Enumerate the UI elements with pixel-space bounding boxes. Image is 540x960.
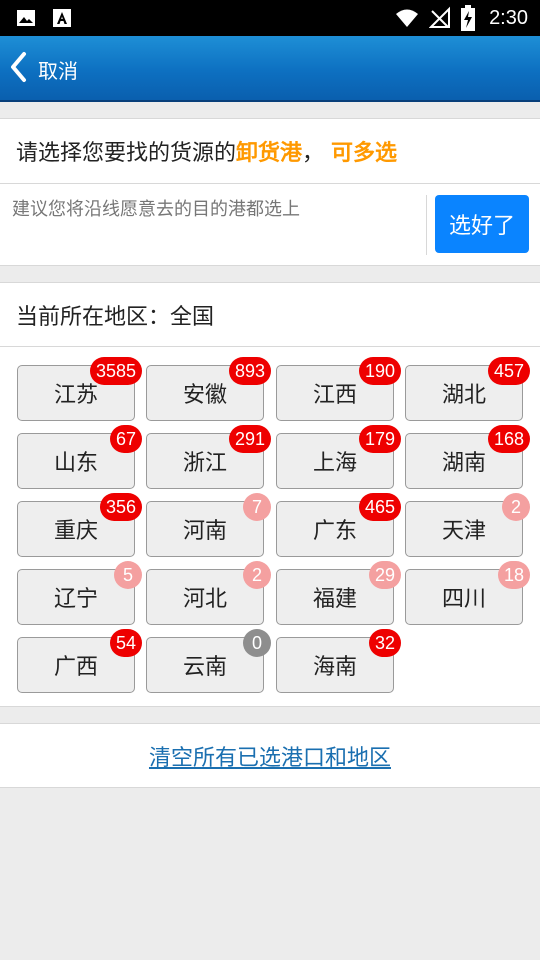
region-button[interactable]: 广西 54 xyxy=(17,629,142,693)
done-button[interactable]: 选好了 xyxy=(435,195,529,253)
region-count-badge: 168 xyxy=(487,425,530,453)
region-count-badge: 32 xyxy=(368,629,401,657)
status-bar: 2:30 xyxy=(0,0,540,36)
region-count-badge: 7 xyxy=(243,493,271,521)
region-name: 上海 xyxy=(312,451,357,476)
clock-time: 2:30 xyxy=(489,7,528,29)
region-name: 海南 xyxy=(312,655,357,680)
region-count-badge: 67 xyxy=(109,425,142,453)
region-name: 广西 xyxy=(53,655,98,680)
region-count-badge: 29 xyxy=(368,561,401,589)
clear-section: 清空所有已选港口和地区 xyxy=(0,723,540,788)
region-count-badge: 5 xyxy=(114,561,142,589)
region-button[interactable]: 安徽 893 xyxy=(146,357,271,421)
region-button[interactable]: 广东 465 xyxy=(276,493,401,557)
region-button[interactable]: 湖南 168 xyxy=(405,425,530,489)
region-button[interactable]: 重庆 356 xyxy=(17,493,142,557)
region-name: 湖北 xyxy=(441,383,486,408)
region-button[interactable]: 山东 67 xyxy=(17,425,142,489)
region-name: 安徽 xyxy=(182,383,227,408)
region-name: 江苏 xyxy=(53,383,98,408)
region-name: 重庆 xyxy=(53,519,98,544)
region-name: 湖南 xyxy=(441,451,486,476)
region-name: 广东 xyxy=(312,519,357,544)
app-bar: 取消 xyxy=(0,36,540,102)
region-count-badge: 465 xyxy=(358,493,401,521)
region-count-badge: 179 xyxy=(358,425,401,453)
region-button[interactable]: 江西 190 xyxy=(276,357,401,421)
clear-all-link[interactable]: 清空所有已选港口和地区 xyxy=(0,724,540,787)
region-button[interactable]: 四川 18 xyxy=(405,561,530,625)
region-button[interactable]: 辽宁 5 xyxy=(17,561,142,625)
region-button[interactable]: 河南 7 xyxy=(146,493,271,557)
instruction-highlight-multi: 可多选 xyxy=(331,141,398,166)
a-icon xyxy=(52,8,72,28)
region-button[interactable]: 福建 29 xyxy=(276,561,401,625)
region-count-badge: 2 xyxy=(243,561,271,589)
instruction-prefix: 请选择您要找的货源的 xyxy=(16,141,237,166)
instruction-text: 请选择您要找的货源的卸货港， 可多选 xyxy=(16,135,397,167)
region-button[interactable]: 海南 32 xyxy=(276,629,401,693)
region-name: 天津 xyxy=(441,519,486,544)
region-button[interactable]: 浙江 291 xyxy=(146,425,271,489)
chevron-left-icon xyxy=(8,50,30,88)
vertical-divider xyxy=(426,195,427,255)
battery-charging-icon xyxy=(461,5,476,31)
region-count-badge: 190 xyxy=(358,357,401,385)
region-button[interactable]: 湖北 457 xyxy=(405,357,530,421)
hint-text: 建议您将沿线愿意去的目的港都选上 xyxy=(12,199,300,220)
region-name: 河北 xyxy=(182,587,227,612)
region-name: 河南 xyxy=(182,519,227,544)
instruction-highlight-port: 卸货港 xyxy=(236,141,303,166)
region-button[interactable]: 江苏 3585 xyxy=(17,357,142,421)
region-button[interactable]: 河北 2 xyxy=(146,561,271,625)
wifi-icon xyxy=(395,6,419,30)
region-count-badge: 893 xyxy=(228,357,271,385)
region-count-badge: 3585 xyxy=(89,357,142,385)
cancel-button[interactable]: 取消 xyxy=(8,50,78,88)
region-button[interactable]: 天津 2 xyxy=(405,493,530,557)
region-count-badge: 457 xyxy=(487,357,530,385)
region-name: 福建 xyxy=(312,587,357,612)
region-button[interactable]: 云南 0 xyxy=(146,629,271,693)
cancel-label: 取消 xyxy=(38,58,78,83)
instruction-separator: ， xyxy=(302,141,325,166)
region-section: 当前所在地区：全国 江苏 3585 安徽 893 江西 190 湖北 457 山东 67 浙江 291… xyxy=(0,282,540,707)
region-count-badge: 54 xyxy=(109,629,142,657)
current-location-label: 当前所在地区：全国 xyxy=(16,305,215,330)
region-count-badge: 18 xyxy=(497,561,530,589)
region-count-badge: 2 xyxy=(502,493,530,521)
image-icon xyxy=(16,8,36,28)
region-button[interactable]: 上海 179 xyxy=(276,425,401,489)
instruction-section: 请选择您要找的货源的卸货港， 可多选 建议您将沿线愿意去的目的港都选上 选好了 xyxy=(0,118,540,266)
region-count-badge: 291 xyxy=(228,425,271,453)
region-name: 云南 xyxy=(182,655,227,680)
divider xyxy=(0,346,540,347)
region-name: 山东 xyxy=(53,451,98,476)
region-name: 辽宁 xyxy=(53,587,98,612)
region-count-badge: 356 xyxy=(99,493,142,521)
region-name: 浙江 xyxy=(182,451,227,476)
region-count-badge: 0 xyxy=(243,629,271,657)
region-name: 江西 xyxy=(312,383,357,408)
no-signal-icon xyxy=(428,6,451,30)
region-name: 四川 xyxy=(441,587,486,612)
divider xyxy=(0,183,540,184)
